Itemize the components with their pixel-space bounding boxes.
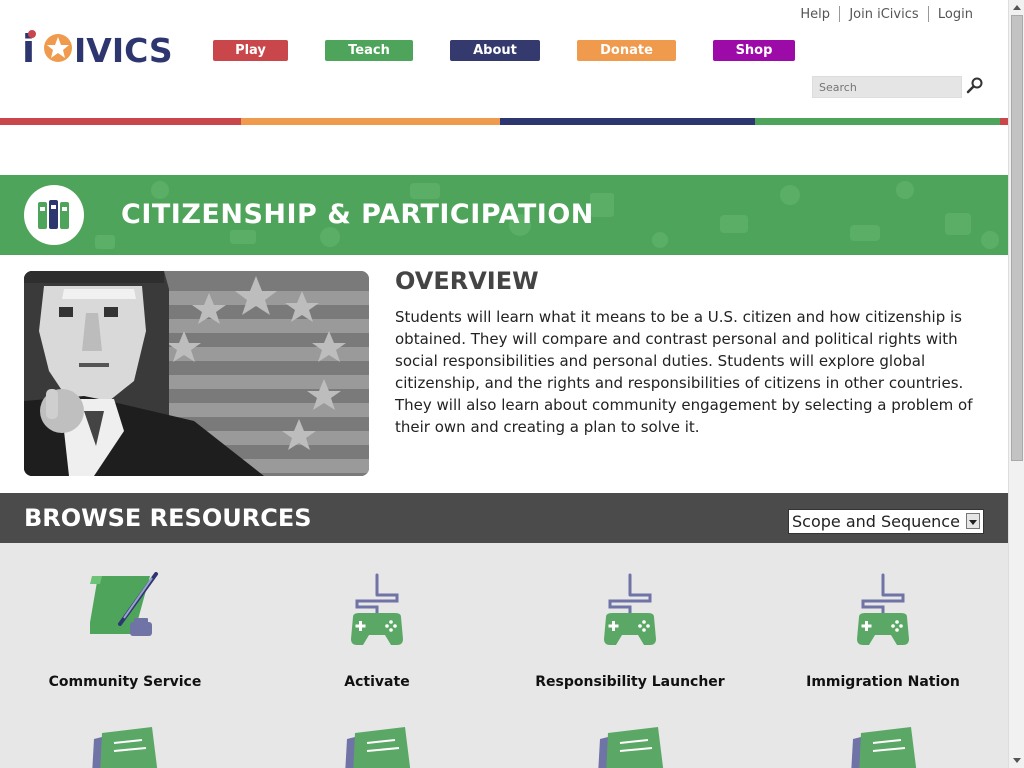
overview-heading: OVERVIEW (395, 267, 539, 295)
resource-title[interactable]: Activate (267, 674, 487, 690)
join-link[interactable]: Join iCivics (844, 7, 923, 22)
game-controller-icon (857, 573, 909, 645)
resource-title[interactable]: Community Service (15, 674, 235, 690)
resource-tile-activate[interactable]: Activate (267, 568, 487, 728)
resource-tile-immigration-nation[interactable]: Immigration Nation (773, 568, 993, 728)
color-bar-red-end (1000, 118, 1008, 125)
browse-heading: BROWSE RESOURCES (24, 504, 312, 532)
resource-tile-responsibility-launcher[interactable]: Responsibility Launcher (520, 568, 740, 728)
game-controller-icon (604, 573, 656, 645)
divider (839, 6, 841, 22)
document-stack-icon[interactable] (849, 725, 919, 768)
books-icon (38, 200, 69, 229)
scrollbar-thumb[interactable] (1011, 15, 1023, 461)
document-stack-icon[interactable] (343, 725, 413, 768)
scroll-down-icon[interactable] (1011, 754, 1023, 766)
topic-banner: CITIZENSHIP & PARTICIPATION (0, 175, 1008, 255)
search-icon[interactable] (965, 76, 985, 96)
resources-grid: Community Service Activate Responsibilit… (0, 543, 1008, 768)
icivics-logo[interactable]: i IVICS (22, 28, 180, 68)
svg-text:IVICS: IVICS (74, 31, 173, 68)
resource-title[interactable]: Immigration Nation (773, 674, 993, 690)
page: i IVICS Help Join iCivics Login Play Tea… (0, 0, 1008, 768)
quill-scroll-icon (90, 572, 158, 636)
uncle-sam-image (24, 271, 369, 476)
scroll-up-icon[interactable] (1011, 2, 1023, 14)
nav-donate-button[interactable]: Donate (577, 40, 676, 61)
divider (927, 6, 929, 22)
select-value: Scope and Sequence (792, 512, 960, 531)
color-bar-green (755, 118, 1000, 125)
color-bar-red (0, 118, 241, 125)
chevron-down-icon[interactable] (966, 513, 980, 529)
resource-tile-community-service[interactable]: Community Service (15, 568, 235, 728)
help-link[interactable]: Help (795, 7, 835, 22)
nav-teach-button[interactable]: Teach (325, 40, 413, 61)
document-stack-icon[interactable] (596, 725, 666, 768)
nav-about-button[interactable]: About (450, 40, 540, 61)
page-title: CITIZENSHIP & PARTICIPATION (121, 199, 594, 230)
utility-nav: Help Join iCivics Login (795, 6, 978, 22)
search-input[interactable] (812, 76, 962, 98)
topic-badge (24, 185, 84, 245)
game-controller-icon (351, 573, 403, 645)
document-stack-icon[interactable] (90, 725, 160, 768)
vertical-scrollbar[interactable] (1008, 0, 1024, 768)
color-bar-orange (241, 118, 500, 125)
resource-filter-select[interactable]: Scope and Sequence (788, 509, 984, 534)
resource-title[interactable]: Responsibility Launcher (520, 674, 740, 690)
color-bar-navy (500, 118, 755, 125)
nav-shop-button[interactable]: Shop (713, 40, 795, 61)
overview-text: Students will learn what it means to be … (395, 308, 973, 436)
nav-play-button[interactable]: Play (213, 40, 288, 61)
login-link[interactable]: Login (933, 7, 978, 22)
